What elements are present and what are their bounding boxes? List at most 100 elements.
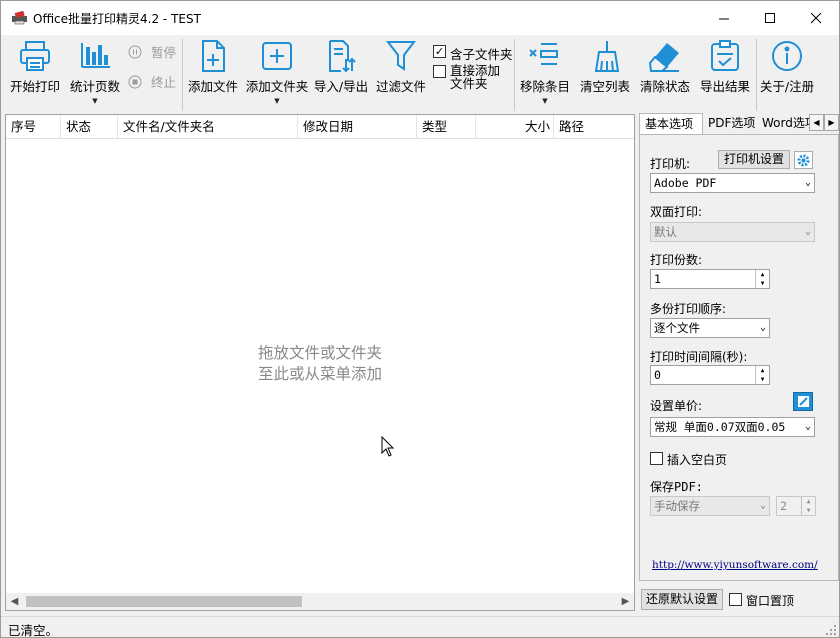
- tab-scroll-right-icon[interactable]: ▶: [824, 114, 839, 131]
- printer-select[interactable]: Adobe PDF ⌄: [650, 173, 815, 193]
- close-icon: [810, 12, 821, 23]
- import-export-icon: [329, 40, 356, 73]
- horizontal-scrollbar[interactable]: ◀ ▶: [6, 593, 634, 610]
- copies-spinner[interactable]: 1 ▲ ▼: [650, 269, 770, 289]
- chevron-down-icon[interactable]: ▼: [542, 97, 547, 105]
- filter-icon: [385, 41, 417, 71]
- eraser-icon: [648, 43, 679, 72]
- chevron-down-icon: ⌄: [804, 421, 811, 432]
- about-register-button[interactable]: 关于/注册: [758, 35, 816, 111]
- status-text: 已清空。: [8, 623, 59, 638]
- gear-icon: [797, 154, 810, 166]
- stop-label: 终止: [151, 75, 177, 90]
- tab-pdf-options[interactable]: PDF选项: [703, 113, 757, 135]
- pause-button[interactable]: 暂停: [128, 42, 176, 61]
- add-file-button[interactable]: 添加文件: [186, 35, 240, 111]
- drop-hint: 拖放文件或文件夹 至此或从菜单添加: [6, 343, 634, 385]
- save-pdf-count-spinner[interactable]: 2 ▲ ▼: [776, 496, 816, 516]
- count-pages-button[interactable]: 统计页数 ▼: [67, 35, 123, 111]
- spin-down-icon[interactable]: ▼: [801, 506, 815, 515]
- pause-label: 暂停: [151, 45, 177, 60]
- unit-price-value: 常规 单面0.07双面0.05: [654, 420, 786, 434]
- checkbox-checked-icon: ✓: [433, 45, 446, 58]
- checkbox-icon: [650, 452, 663, 465]
- minimize-button[interactable]: [701, 1, 747, 35]
- toolbar-separator: [514, 39, 515, 111]
- interval-label: 打印时间间隔(秒):: [650, 350, 748, 364]
- scroll-left-icon[interactable]: ◀: [6, 593, 23, 610]
- maximize-button[interactable]: [747, 1, 793, 35]
- add-folder-directly-checkbox[interactable]: 直接添加 文件夹: [433, 64, 500, 90]
- remove-items-button[interactable]: 移除条目 ▼: [517, 35, 573, 111]
- clear-list-button[interactable]: 清空列表: [577, 35, 633, 111]
- spin-up-icon[interactable]: ▲: [801, 497, 815, 506]
- status-bar: 已清空。: [1, 616, 839, 638]
- spin-down-icon[interactable]: ▼: [755, 375, 769, 384]
- restore-defaults-button[interactable]: 还原默认设置: [641, 589, 723, 610]
- stop-button[interactable]: 终止: [128, 72, 176, 91]
- import-export-button[interactable]: 导入/导出: [311, 35, 371, 111]
- add-file-icon: [202, 40, 225, 72]
- column-header-status[interactable]: 状态: [61, 115, 118, 139]
- column-header-name[interactable]: 文件名/文件夹名: [118, 115, 298, 139]
- window-on-top-checkbox[interactable]: 窗口置顶: [729, 592, 794, 609]
- column-header-modified[interactable]: 修改日期: [298, 115, 417, 139]
- app-window: Office批量打印精灵4.2 - TEST 开始打印 统计页数 ▼ 暂停 终止…: [0, 0, 840, 638]
- scrollbar-thumb[interactable]: [26, 596, 302, 607]
- website-link[interactable]: http://www.yiyunsoftware.com/: [652, 559, 818, 571]
- basic-options-panel: 打印机: 打印机设置 Adobe PDF ⌄ 双面打印: 默认 ⌄ 打印份数: …: [639, 134, 839, 581]
- filter-files-button[interactable]: 过滤文件: [373, 35, 429, 111]
- export-results-label: 导出结果: [699, 79, 750, 94]
- include-subfolders-checkbox[interactable]: ✓ 含子文件夹: [433, 44, 513, 63]
- spin-down-icon[interactable]: ▼: [755, 279, 769, 288]
- column-header-path[interactable]: 路径: [554, 115, 634, 139]
- maximize-icon: [764, 12, 775, 23]
- count-pages-label: 统计页数: [69, 79, 120, 94]
- scroll-right-icon[interactable]: ▶: [617, 593, 634, 610]
- start-print-label: 开始打印: [9, 79, 60, 94]
- add-folder-button[interactable]: 添加文件夹 ▼: [245, 35, 309, 111]
- checkbox-icon: [433, 65, 446, 78]
- copies-label: 打印份数:: [650, 253, 703, 267]
- drop-hint-line2: 至此或从菜单添加: [257, 365, 382, 383]
- column-header-type[interactable]: 类型: [417, 115, 476, 139]
- duplex-select[interactable]: 默认 ⌄: [650, 222, 815, 242]
- start-print-button[interactable]: 开始打印: [7, 35, 63, 111]
- window-on-top-label: 窗口置顶: [746, 594, 795, 608]
- spin-up-icon[interactable]: ▲: [755, 366, 769, 375]
- save-pdf-label: 保存PDF:: [650, 480, 703, 494]
- file-list[interactable]: 序号 状态 文件名/文件夹名 修改日期 类型 大小 路径 拖放文件或文件夹 至此…: [5, 114, 635, 611]
- interval-spinner[interactable]: 0 ▲ ▼: [650, 365, 770, 385]
- printer-properties-button[interactable]: [794, 151, 813, 169]
- order-select[interactable]: 逐个文件 ⌄: [650, 318, 770, 338]
- checkbox-icon: [729, 593, 742, 606]
- window-title: Office批量打印精灵4.2 - TEST: [33, 12, 201, 26]
- edit-price-button[interactable]: [793, 392, 813, 411]
- order-value: 逐个文件: [654, 321, 700, 335]
- stop-icon: [128, 75, 142, 88]
- printer-icon: [20, 41, 50, 71]
- resize-grip-icon[interactable]: [826, 625, 836, 635]
- toolbar: 开始打印 统计页数 ▼ 暂停 终止 添加文件 添加文件夹 ▼ 导入/导出 过滤文…: [1, 35, 839, 113]
- close-button[interactable]: [793, 1, 839, 35]
- column-header-index[interactable]: 序号: [6, 115, 61, 139]
- tab-word-options[interactable]: Word选项: [757, 113, 811, 135]
- printer-settings-button[interactable]: 打印机设置: [718, 150, 790, 169]
- export-results-button[interactable]: 导出结果: [697, 35, 753, 111]
- clear-status-button[interactable]: 清除状态: [637, 35, 693, 111]
- column-header-size[interactable]: 大小: [476, 115, 554, 139]
- insert-blank-page-checkbox[interactable]: 插入空白页: [650, 451, 727, 468]
- info-icon: [772, 41, 802, 71]
- duplex-value: 默认: [654, 225, 677, 239]
- import-export-label: 导入/导出: [313, 79, 369, 94]
- remove-items-label: 移除条目: [519, 79, 570, 94]
- tab-basic-options[interactable]: 基本选项: [639, 113, 703, 136]
- chevron-down-icon[interactable]: ▼: [92, 97, 97, 105]
- save-pdf-select[interactable]: 手动保存 ⌄: [650, 496, 770, 516]
- unit-price-select[interactable]: 常规 单面0.07双面0.05 ⌄: [650, 417, 815, 437]
- spin-up-icon[interactable]: ▲: [755, 270, 769, 279]
- chevron-down-icon[interactable]: ▼: [274, 97, 279, 105]
- options-tabs: 基本选项 PDF选项 Word选项 ◀ ▶: [639, 113, 839, 136]
- tab-scroll-left-icon[interactable]: ◀: [809, 114, 824, 131]
- clear-status-label: 清除状态: [639, 79, 690, 94]
